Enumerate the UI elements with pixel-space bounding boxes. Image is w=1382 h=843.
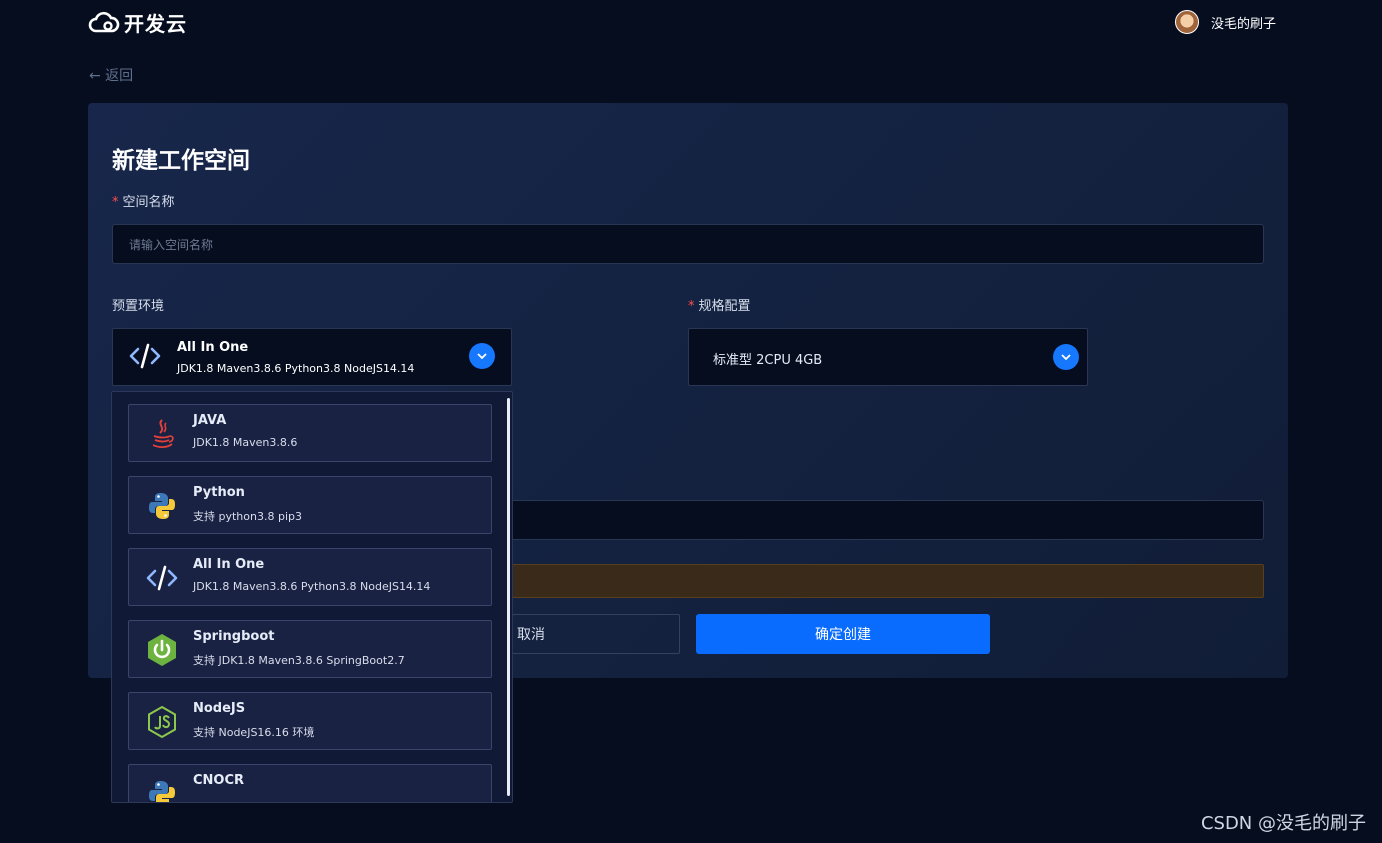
option-name: NodeJS — [193, 701, 246, 716]
env-option-python[interactable]: Python 支持 python3.8 pip3 — [128, 476, 492, 534]
workspace-name-input[interactable]: 请输入空间名称 — [112, 224, 1264, 264]
app-logo[interactable]: 开发云 — [88, 8, 187, 37]
user-menu[interactable]: 没毛的刷子 — [1174, 10, 1276, 34]
env-selected-name: All In One — [177, 340, 249, 355]
confirm-create-button[interactable]: 确定创建 — [696, 614, 990, 654]
watermark: CSDN @没毛的刷子 — [1200, 813, 1366, 834]
option-desc: 支持 NodeJS16.16 环境 — [193, 726, 315, 739]
env-option-java[interactable]: JAVA JDK1.8 Maven3.8.6 — [128, 404, 492, 462]
python-icon — [145, 489, 179, 523]
cloud-logo-icon — [88, 11, 120, 32]
spec-value: 标准型 2CPU 4GB — [713, 353, 823, 368]
java-icon — [145, 417, 179, 451]
avatar[interactable] — [1174, 10, 1199, 34]
dropdown-scrollbar[interactable] — [507, 398, 510, 796]
user-name: 没毛的刷子 — [1210, 16, 1276, 32]
option-desc: JDK1.8 Maven3.8.6 — [193, 436, 298, 449]
logo-text: 开发云 — [124, 12, 187, 36]
spec-field-label: * 规格配置 — [688, 295, 751, 314]
option-name: Python — [193, 485, 245, 500]
env-select[interactable]: All In One JDK1.8 Maven3.8.6 Python3.8 N… — [112, 328, 512, 386]
option-desc: 支持 python3.8 pip3 — [193, 510, 302, 523]
nodejs-icon — [145, 705, 179, 739]
option-desc: JDK1.8 Maven3.8.6 Python3.8 NodeJS14.14 — [193, 580, 431, 593]
env-option-all-in-one[interactable]: All In One JDK1.8 Maven3.8.6 Python3.8 N… — [128, 548, 492, 606]
name-placeholder: 请输入空间名称 — [129, 237, 214, 252]
option-name: JAVA — [193, 413, 227, 428]
env-option-cnocr[interactable]: CNOCR — [128, 764, 492, 802]
warning-notice — [512, 564, 1264, 598]
cancel-button[interactable]: 取消 — [512, 614, 680, 654]
back-link[interactable]: ← 返回 — [89, 65, 133, 85]
option-name: CNOCR — [193, 773, 245, 788]
python-icon — [145, 777, 179, 802]
option-desc: 支持 JDK1.8 Maven3.8.6 SpringBoot2.7 — [193, 654, 405, 667]
env-field-label: 预置环境 — [112, 299, 165, 314]
chevron-down-icon[interactable] — [469, 343, 495, 369]
env-option-nodejs[interactable]: NodeJS 支持 NodeJS16.16 环境 — [128, 692, 492, 750]
required-mark: * — [688, 299, 695, 314]
chevron-down-icon[interactable] — [1053, 344, 1079, 370]
code-icon — [129, 342, 161, 374]
env-option-springboot[interactable]: Springboot 支持 JDK1.8 Maven3.8.6 SpringBo… — [128, 620, 492, 678]
page-title: 新建工作空间 — [112, 148, 250, 174]
option-name: Springboot — [193, 629, 275, 644]
option-name: All In One — [193, 557, 265, 572]
env-selected-desc: JDK1.8 Maven3.8.6 Python3.8 NodeJS14.14 — [177, 362, 415, 375]
spec-select[interactable]: 标准型 2CPU 4GB — [688, 328, 1088, 386]
code-icon — [145, 561, 179, 595]
env-dropdown[interactable]: JAVA JDK1.8 Maven3.8.6 Python 支持 python3… — [111, 391, 513, 803]
springboot-icon — [145, 633, 179, 667]
name-label-text: 空间名称 — [122, 195, 175, 210]
required-mark: * — [112, 195, 119, 210]
name-field-label: * 空间名称 — [112, 191, 175, 210]
spec-label-text: 规格配置 — [698, 299, 751, 314]
back-label: ← 返回 — [89, 68, 134, 84]
